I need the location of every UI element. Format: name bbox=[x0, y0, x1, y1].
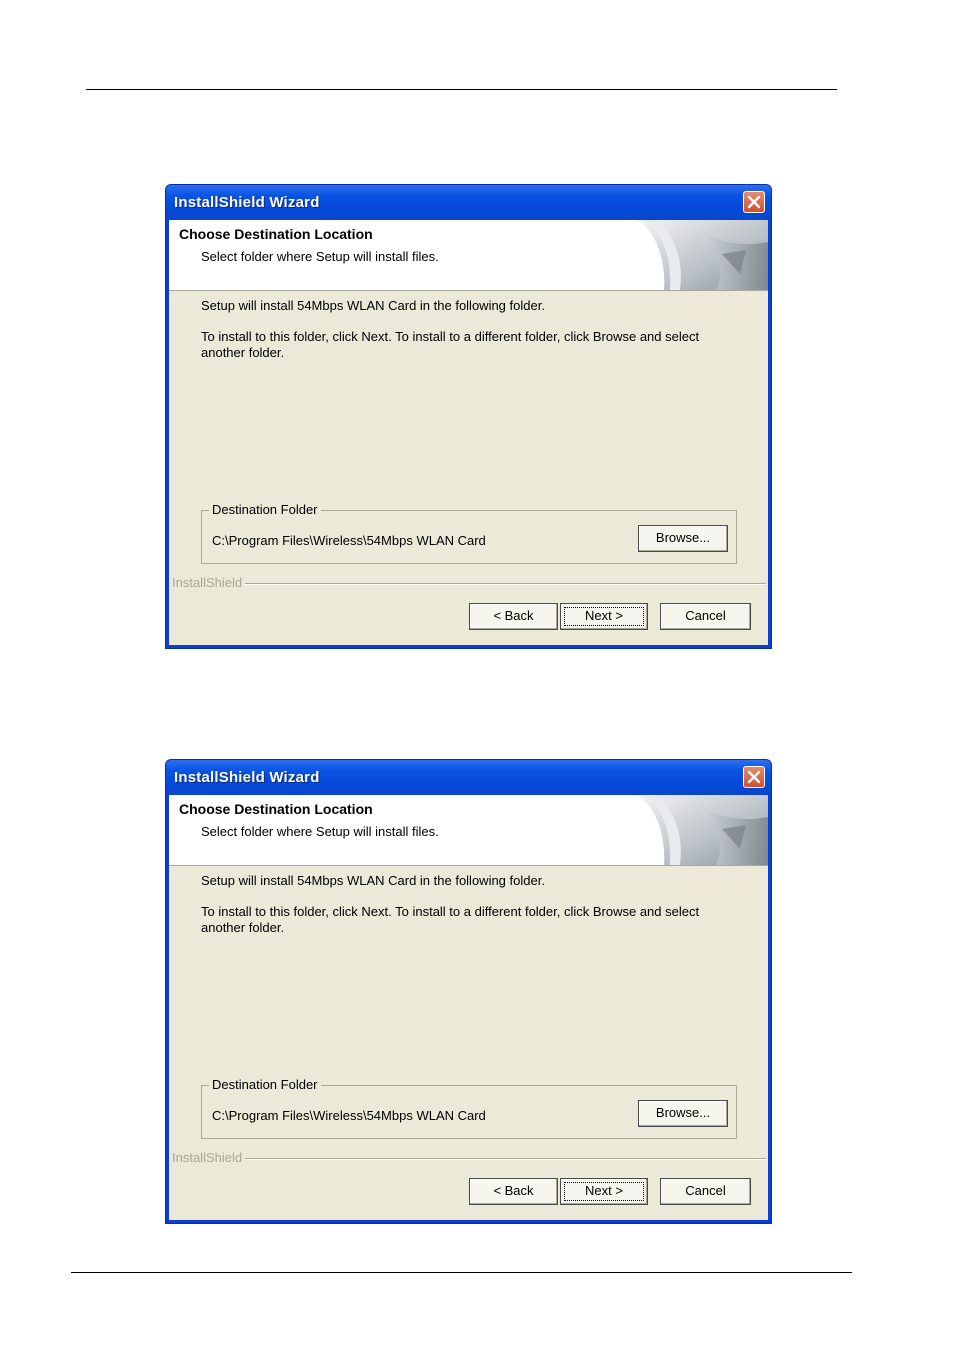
installshield-header-graphic bbox=[636, 795, 768, 865]
focus-rectangle bbox=[564, 1182, 644, 1201]
info-line: Setup will install 54Mbps WLAN Card in t… bbox=[201, 298, 545, 313]
window-title: InstallShield Wizard bbox=[174, 769, 320, 786]
dialog-client-area: Choose Destination Location Select folde… bbox=[169, 795, 768, 1220]
info-line: Setup will install 54Mbps WLAN Card in t… bbox=[201, 873, 545, 888]
installshield-dialog-1: InstallShield Wizard Choose Destination … bbox=[165, 184, 772, 649]
next-button[interactable]: Next > bbox=[560, 603, 648, 630]
back-button[interactable]: < Back bbox=[469, 603, 558, 630]
cancel-button-label: Cancel bbox=[685, 608, 726, 623]
dialog-client-area: Choose Destination Location Select folde… bbox=[169, 220, 768, 645]
browse-button[interactable]: Browse... bbox=[638, 1100, 728, 1127]
back-button-label: < Back bbox=[493, 1183, 534, 1198]
header-subtitle: Select folder where Setup will install f… bbox=[201, 249, 439, 264]
title-bar[interactable]: InstallShield Wizard bbox=[166, 185, 771, 220]
group-label: Destination Folder bbox=[209, 1077, 321, 1092]
page-top-rule bbox=[86, 89, 837, 90]
next-button[interactable]: Next > bbox=[560, 1178, 648, 1205]
header-subtitle: Select folder where Setup will install f… bbox=[201, 824, 439, 839]
cancel-button-label: Cancel bbox=[685, 1183, 726, 1198]
installshield-header-graphic bbox=[636, 220, 768, 290]
instructions-text: To install to this folder, click Next. T… bbox=[201, 329, 700, 360]
destination-path: C:\Program Files\Wireless\54Mbps WLAN Ca… bbox=[212, 533, 486, 548]
installshield-dialog-2: InstallShield Wizard Choose Destination … bbox=[165, 759, 772, 1224]
close-icon bbox=[747, 770, 761, 784]
brand-divider bbox=[245, 1158, 766, 1159]
installshield-brand-label: InstallShield bbox=[172, 575, 243, 590]
wizard-header: Choose Destination Location Select folde… bbox=[169, 795, 768, 866]
window-title: InstallShield Wizard bbox=[174, 194, 320, 211]
browse-button-label: Browse... bbox=[655, 1105, 711, 1120]
header-title: Choose Destination Location bbox=[179, 801, 373, 817]
cancel-button[interactable]: Cancel bbox=[660, 1178, 751, 1205]
instructions-text: To install to this folder, click Next. T… bbox=[201, 904, 700, 935]
group-label: Destination Folder bbox=[209, 502, 321, 517]
header-title: Choose Destination Location bbox=[179, 226, 373, 242]
back-button-label: < Back bbox=[493, 608, 534, 623]
brand-divider bbox=[245, 583, 766, 584]
page-bottom-rule bbox=[71, 1272, 852, 1273]
close-button[interactable] bbox=[743, 191, 765, 213]
close-icon bbox=[747, 195, 761, 209]
browse-button[interactable]: Browse... bbox=[638, 525, 728, 552]
close-button[interactable] bbox=[743, 766, 765, 788]
back-button[interactable]: < Back bbox=[469, 1178, 558, 1205]
browse-button-label: Browse... bbox=[655, 530, 711, 545]
cancel-button[interactable]: Cancel bbox=[660, 603, 751, 630]
wizard-header: Choose Destination Location Select folde… bbox=[169, 220, 768, 291]
destination-path: C:\Program Files\Wireless\54Mbps WLAN Ca… bbox=[212, 1108, 486, 1123]
installshield-brand-label: InstallShield bbox=[172, 1150, 243, 1165]
title-bar[interactable]: InstallShield Wizard bbox=[166, 760, 771, 795]
focus-rectangle bbox=[564, 607, 644, 626]
